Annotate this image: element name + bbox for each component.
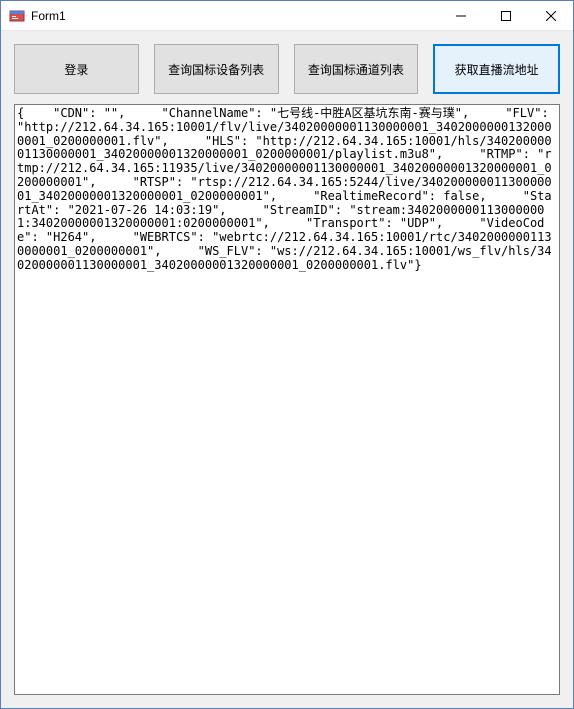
app-window: Form1 登录 查询国标设备列表 查询国标通道列表 获取直播流地址 bbox=[0, 0, 574, 709]
get-stream-button[interactable]: 获取直播流地址 bbox=[433, 44, 560, 94]
login-button[interactable]: 登录 bbox=[14, 44, 139, 94]
minimize-button[interactable] bbox=[438, 1, 483, 30]
titlebar: Form1 bbox=[1, 1, 573, 31]
window-title: Form1 bbox=[31, 9, 438, 23]
query-channels-button[interactable]: 查询国标通道列表 bbox=[294, 44, 419, 94]
query-devices-button[interactable]: 查询国标设备列表 bbox=[154, 44, 279, 94]
client-area: 登录 查询国标设备列表 查询国标通道列表 获取直播流地址 bbox=[1, 31, 573, 708]
button-row: 登录 查询国标设备列表 查询国标通道列表 获取直播流地址 bbox=[14, 44, 560, 94]
app-icon bbox=[9, 8, 25, 24]
output-textarea[interactable] bbox=[15, 105, 559, 694]
window-controls bbox=[438, 1, 573, 30]
close-button[interactable] bbox=[528, 1, 573, 30]
maximize-button[interactable] bbox=[483, 1, 528, 30]
output-panel bbox=[14, 104, 560, 695]
